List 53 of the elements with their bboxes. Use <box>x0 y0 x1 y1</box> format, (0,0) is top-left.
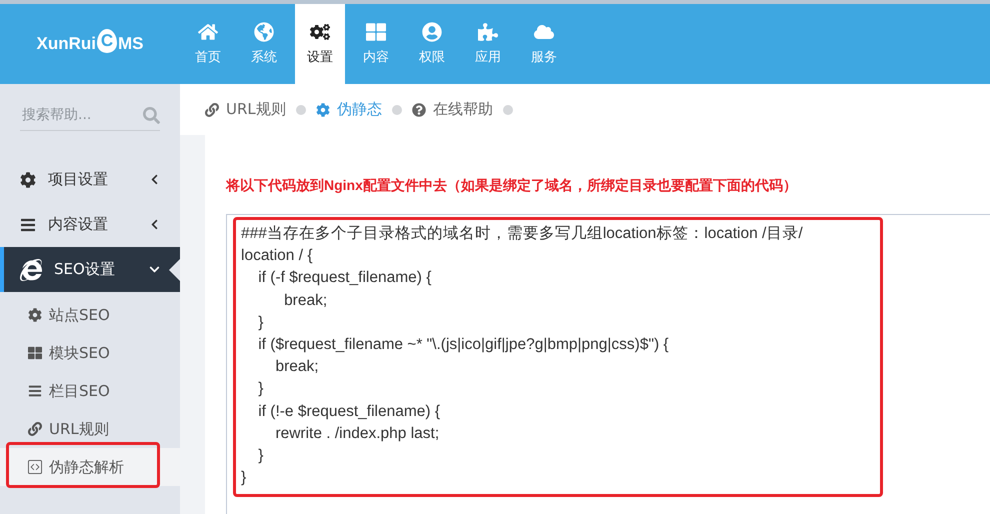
cloud-icon <box>534 22 554 42</box>
gears-icon <box>310 22 330 42</box>
code-textarea[interactable] <box>226 214 990 514</box>
code-line: break; <box>283 290 328 311</box>
link-icon <box>205 102 219 116</box>
gear-icon <box>28 308 42 322</box>
code-line: } <box>257 446 264 466</box>
search-field[interactable]: 搜索帮助... <box>20 106 143 124</box>
code-line: } <box>241 468 248 488</box>
list-icon <box>28 384 42 398</box>
separator-dot <box>502 104 513 114</box>
menu-item[interactable]: URL规则 <box>0 410 180 448</box>
menu-item[interactable]: 站点SEO <box>0 296 180 334</box>
puzzle-icon <box>478 22 498 42</box>
menu-item[interactable]: 栏目SEO <box>0 372 180 410</box>
code-line: } <box>257 312 264 333</box>
code-line: if ($request_filename ~* "\.(js|ico|gif|jpe?g|bmp|png|css)$") { <box>257 335 670 356</box>
search-icon <box>143 106 160 124</box>
notice-text: 将以下代码放到Nginx配置文件中去（如果是绑定了域名，所绑定目录也要配置下面的代码） <box>226 177 798 195</box>
code-line: rewrite . /index.php last; <box>274 424 440 444</box>
gear-icon <box>316 102 330 116</box>
code-line: if (!-e $request_filename) { <box>257 402 442 422</box>
separator-dot <box>392 104 402 114</box>
code-line: if (-f $request_filename) { <box>257 268 432 288</box>
breadcrumb-link[interactable]: 在线帮助 <box>412 100 493 119</box>
menu-item[interactable]: 模块SEO <box>0 334 180 372</box>
grid-icon <box>28 346 42 360</box>
menu-item[interactable]: 伪静态解析 <box>0 448 180 486</box>
separator-dot <box>296 104 306 114</box>
user-icon <box>422 22 442 42</box>
chevron-icon <box>149 219 160 230</box>
menu-icon <box>20 216 36 232</box>
code-line: break; <box>274 357 320 378</box>
logo: XunRui C MS <box>36 28 144 55</box>
link-icon <box>28 422 42 436</box>
globe-icon <box>254 22 274 42</box>
menu-group[interactable]: SEO设置 <box>0 247 180 292</box>
browser-icon <box>20 258 42 280</box>
chevron-icon <box>149 174 160 185</box>
grid-icon <box>366 22 386 42</box>
gear-icon <box>20 172 36 188</box>
breadcrumb-link[interactable]: 伪静态 <box>316 100 382 119</box>
code-line: location / { <box>241 246 314 266</box>
menu-group[interactable]: 内容设置 <box>0 202 180 247</box>
breadcrumb-link[interactable]: URL规则 <box>205 100 286 119</box>
code-line: } <box>257 379 264 400</box>
menu-group[interactable]: 项目设置 <box>0 157 180 202</box>
help-icon <box>412 102 426 116</box>
chevron-icon <box>149 264 160 275</box>
house-icon <box>198 22 218 42</box>
nav-tab[interactable]: 设置 <box>295 4 345 84</box>
code-icon <box>28 460 42 474</box>
code-line: ###当存在多个子目录格式的域名时，需要多写几组location标签：location /目录/ <box>241 224 804 244</box>
